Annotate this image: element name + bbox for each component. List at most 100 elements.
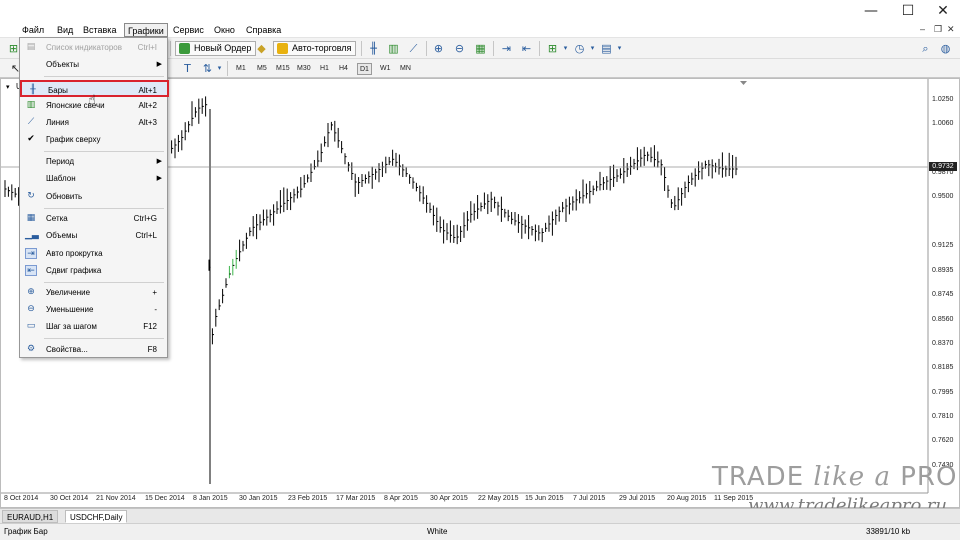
menu-item-chart-shift[interactable]: ⇤ Сдвиг графика [20,262,167,279]
menu-tools[interactable]: Сервис [170,23,207,37]
price-bar [711,159,714,179]
submenu-arrow-icon: ▶ [156,61,162,68]
price-bar [585,183,588,199]
menu-item-chart-on-top[interactable]: ✔ График сверху [20,131,167,148]
menu-item-objects[interactable]: Объекты ▶ [20,56,167,73]
autotrading-button[interactable]: Авто-торговля [273,41,357,56]
refresh-icon: ↻ [27,191,35,201]
price-bar [521,215,524,239]
price-bar [715,162,718,173]
bar-chart-icon[interactable]: ╫ [366,41,381,56]
price-bar [453,225,456,243]
submenu-arrow-icon: ▶ [156,158,162,165]
chart-shift-icon[interactable]: ⇤ [519,41,534,56]
price-bar [198,98,201,124]
price-bar [626,162,629,177]
timeframe-w1[interactable]: W1 [378,63,393,75]
submenu-arrow-icon: ▶ [156,175,162,182]
timeframe-d1[interactable]: D1 [357,63,372,75]
search-icon[interactable]: ⌕ [918,41,933,56]
menu-file[interactable]: Файл [19,23,47,37]
menu-item-line[interactable]: ⟋ Линия Alt+3 [20,114,167,131]
timeframe-m15[interactable]: M15 [274,63,292,75]
menu-window[interactable]: Окно [211,23,238,37]
menu-item-indicators-list[interactable]: ▤ Список индикаторов Ctrl+I [20,39,167,56]
bar-chart-icon: ╫ [30,85,36,95]
timeframe-m5[interactable]: M5 [255,63,269,75]
chevron-down-icon[interactable]: ▾ [212,61,227,76]
text-icon[interactable]: T [180,61,195,76]
price-bar [273,204,276,226]
chevron-down-icon[interactable]: ▾ [585,41,600,56]
menu-item-label: Шаг за шагом [46,322,97,331]
chevron-down-icon[interactable]: ▾ [558,41,573,56]
doc-minimize-icon[interactable]: – [920,24,925,34]
menu-charts[interactable]: Графики [124,23,168,37]
price-tick: 0.9125 [932,242,954,249]
menu-item-shortcut: F12 [143,322,157,331]
price-tick: 1.0250 [932,96,954,103]
menu-help[interactable]: Справка [243,23,284,37]
price-bar [11,184,14,201]
doc-restore-icon[interactable]: ❐ [934,24,942,35]
maximize-button[interactable]: ☐ [893,2,923,20]
price-bar [307,174,310,183]
menu-item-shortcut: Alt+3 [138,118,157,127]
date-tick: 30 Oct 2014 [50,495,89,502]
tab-euraud-h1[interactable]: EURAUD,H1 [2,510,59,523]
price-bar [324,136,327,147]
price-bar [592,185,595,196]
community-icon[interactable]: ◍ [938,41,953,56]
menu-item-template[interactable]: Шаблон ▶ [20,170,167,187]
timeframe-m1[interactable]: M1 [234,63,248,75]
zoom-out-icon[interactable]: ⊖ [452,41,467,56]
menu-item-period[interactable]: Период ▶ [20,153,167,170]
zoom-in-icon[interactable]: ⊕ [431,41,446,56]
price-bar [721,152,724,178]
gold-icon[interactable]: ◆ [254,41,269,56]
price-bar [623,157,626,184]
chevron-down-icon[interactable]: ▾ [612,41,627,56]
menu-separator [44,151,164,152]
new-order-button[interactable]: Новый Ордер [175,41,257,56]
menu-item-properties[interactable]: ⚙ Свойства... F8 [20,341,167,358]
price-bar [582,179,585,204]
tab-usdchf-daily[interactable]: USDCHF,Daily [65,510,128,523]
menu-item-zoom-out[interactable]: ⊖ Уменьшение - [20,301,167,318]
menu-item-autoscroll[interactable]: ⇥ Авто прокрутка [20,245,167,262]
close-button[interactable]: ✕ [928,2,958,20]
price-tick: 0.8745 [932,291,954,298]
watermark-title-part: like a [813,462,891,492]
menu-insert[interactable]: Вставка [80,23,119,37]
price-bar [674,195,677,211]
price-bar [364,174,367,184]
price-bar [381,161,384,177]
timeframe-h4[interactable]: H4 [337,63,350,75]
menu-item-step-by-step[interactable]: ▭ Шаг за шагом F12 [20,318,167,335]
menu-item-grid[interactable]: ▦ Сетка Ctrl+G [20,210,167,227]
price-bar [405,167,408,177]
menu-item-label: График сверху [46,135,101,144]
timeframe-m30[interactable]: M30 [295,63,313,75]
timeframe-mn[interactable]: MN [398,63,413,75]
doc-close-icon[interactable]: ✕ [947,24,955,35]
price-bar [14,187,17,198]
menu-item-refresh[interactable]: ↻ Обновить [20,188,167,205]
date-tick: 30 Apr 2015 [430,495,468,502]
tile-windows-icon[interactable]: ▦ [473,41,488,56]
menu-item-zoom-in[interactable]: ⊕ Увеличение + [20,284,167,301]
line-chart-icon: ⟋ [27,117,35,127]
price-bar [470,201,473,223]
line-chart-icon[interactable]: ⟋ [406,41,421,56]
price-bar [534,224,537,242]
menu-item-label: Увеличение [46,288,91,297]
menu-item-volumes[interactable]: ▁▃ Объемы Ctrl+L [20,227,167,244]
price-bar [514,212,517,226]
price-bar [432,205,435,226]
price-bar [517,214,520,233]
menu-view[interactable]: Вид [54,23,76,37]
timeframe-h1[interactable]: H1 [318,63,331,75]
autoscroll-icon[interactable]: ⇥ [499,41,514,56]
candle-chart-icon[interactable]: ▥ [386,41,401,56]
minimize-button[interactable]: — [856,2,886,20]
